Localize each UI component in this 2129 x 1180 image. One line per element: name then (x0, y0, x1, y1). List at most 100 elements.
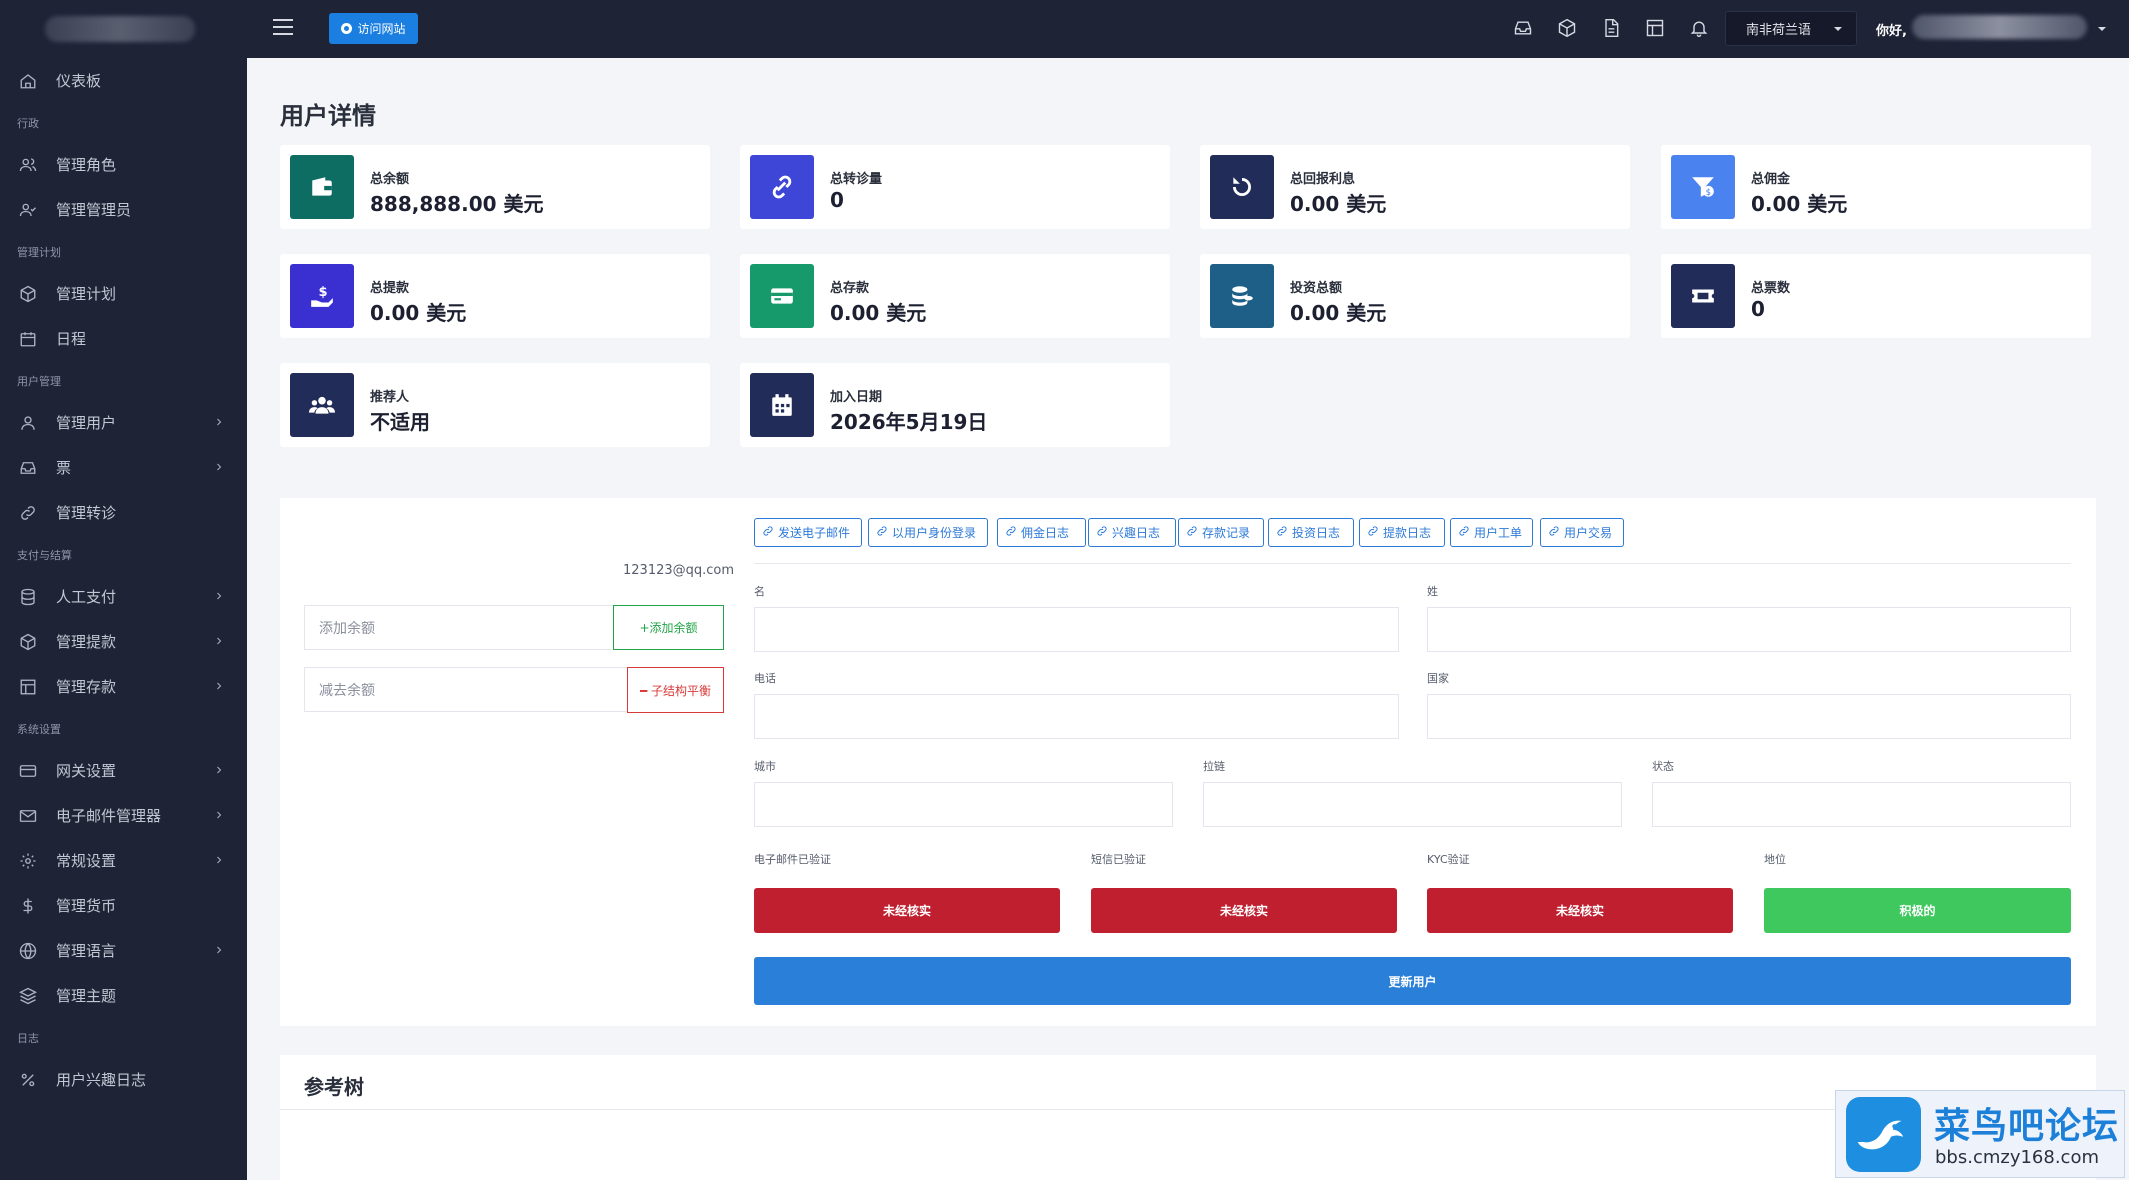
language-select[interactable]: 南非荷兰语 (1725, 11, 1857, 46)
caret-down-icon[interactable] (2098, 27, 2106, 31)
sidebar-item[interactable]: 管理提款 (0, 619, 247, 664)
action-label: 佣金日志 (1021, 526, 1070, 540)
sidebar-item[interactable]: 管理语言 (0, 928, 247, 973)
user-name[interactable] (1912, 15, 2087, 39)
chevron-right-icon (213, 762, 227, 776)
action-button[interactable]: 发送电子邮件 (754, 518, 862, 547)
hand-dollar-icon: $ (290, 264, 354, 328)
inbox-icon[interactable] (1513, 18, 1535, 40)
add-balance-input[interactable]: 添加余额 (304, 605, 614, 650)
sidebar-item[interactable]: 电子邮件管理器 (0, 793, 247, 838)
stat-value: 0.00 美元 (1290, 192, 1387, 216)
sidebar-item[interactable]: 管理转诊 (0, 490, 247, 535)
stat-card: 投资总额 0.00 美元 (1200, 254, 1630, 338)
sidebar-item[interactable]: 管理主题 (0, 973, 247, 1018)
sidebar-item[interactable]: 人工支付 (0, 574, 247, 619)
sidebar-item-label: 管理提款 (56, 633, 117, 651)
sidebar-item[interactable]: 日程 (0, 316, 247, 361)
add-balance-button[interactable]: +添加余额 (613, 605, 724, 650)
sidebar-item-label: 网关设置 (56, 762, 117, 780)
bell-icon[interactable] (1689, 18, 1711, 40)
layout-icon[interactable] (1645, 18, 1667, 40)
wallet-icon (290, 155, 354, 219)
status-toggle[interactable]: 积极的 (1764, 888, 2071, 933)
sidebar-item-label: 票 (56, 459, 72, 477)
sidebar-item-label: 管理用户 (56, 414, 117, 432)
stat-card: $ 总佣金 0.00 美元 (1661, 145, 2091, 229)
logo[interactable] (45, 16, 195, 42)
sidebar-section-label: 支付与结算 (17, 548, 72, 562)
action-button[interactable]: 用户工单 (1450, 518, 1533, 547)
link-icon (876, 525, 888, 540)
sidebar-item[interactable]: 网关设置 (0, 748, 247, 793)
first-name-input[interactable] (754, 607, 1399, 652)
link-icon (1458, 525, 1470, 540)
link-icon (1276, 525, 1288, 540)
action-label: 用户交易 (1564, 526, 1613, 540)
action-button[interactable]: 存款记录 (1178, 518, 1264, 547)
sms-verified-toggle[interactable]: 未经核实 (1091, 888, 1397, 933)
action-button[interactable]: 用户交易 (1540, 518, 1624, 547)
email-verified-label: 电子邮件已验证 (754, 853, 831, 866)
subtract-balance-input[interactable]: 减去余额 (304, 667, 628, 712)
action-button[interactable]: 兴趣日志 (1088, 518, 1176, 547)
action-button[interactable]: 投资日志 (1268, 518, 1354, 547)
sidebar-item[interactable]: 管理角色 (0, 142, 247, 187)
stat-label: 总存款 (830, 281, 870, 296)
user-check-icon (18, 200, 38, 220)
action-button[interactable]: 佣金日志 (997, 518, 1086, 547)
state-input[interactable] (1652, 782, 2071, 827)
subtract-balance-button[interactable]: ━ 子结构平衡 (627, 667, 724, 713)
stat-value: 0 (830, 188, 844, 212)
last-name-input[interactable] (1427, 607, 2071, 652)
stat-card: 总转诊量 0 (740, 145, 1170, 229)
chevron-right-icon (213, 414, 227, 428)
sidebar-item[interactable]: 仪表板 (0, 58, 247, 103)
topbar: 访问网站 南非荷兰语 你好, (247, 0, 2129, 58)
sidebar-section-label: 日志 (17, 1031, 39, 1045)
link-icon (1367, 525, 1379, 540)
stat-label: 加入日期 (830, 390, 883, 405)
file-text-icon[interactable] (1601, 18, 1623, 40)
country-label: 国家 (1427, 672, 1449, 685)
zip-input[interactable] (1203, 782, 1622, 827)
country-input[interactable] (1427, 694, 2071, 739)
greeting: 你好, (1876, 24, 1907, 39)
sidebar-item[interactable]: 管理管理员 (0, 187, 247, 232)
sidebar-item[interactable]: 常规设置 (0, 838, 247, 883)
watermark: 菜鸟吧论坛 bbs.cmzy168.com (1835, 1090, 2125, 1178)
page-title: 用户详情 (280, 102, 376, 130)
sidebar-item[interactable]: 管理存款 (0, 664, 247, 709)
action-label: 用户工单 (1474, 526, 1523, 540)
sidebar-item[interactable]: 管理计划 (0, 271, 247, 316)
inbox-icon (18, 458, 38, 478)
email-verified-toggle[interactable]: 未经核实 (754, 888, 1060, 933)
stat-value: 888,888.00 美元 (370, 192, 544, 216)
menu-toggle-icon[interactable] (273, 19, 293, 39)
action-label: 发送电子邮件 (778, 526, 851, 540)
action-button[interactable]: 以用户身份登录 (868, 518, 988, 547)
users-group-icon (290, 373, 354, 437)
action-label: 以用户身份登录 (892, 526, 977, 540)
sidebar-item[interactable]: 票 (0, 445, 247, 490)
kyc-verified-toggle[interactable]: 未经核实 (1427, 888, 1733, 933)
visit-site-button[interactable]: 访问网站 (329, 13, 418, 44)
sidebar: 仪表板 行政 管理角色 管理管理员 管理计划 管理计划 日程 用户管理 管理用户票管理转诊 支付与… (0, 0, 247, 1180)
sidebar-item-label: 管理语言 (56, 942, 117, 960)
action-label: 存款记录 (1202, 526, 1251, 540)
chevron-right-icon (213, 678, 227, 692)
sidebar-item[interactable]: 管理用户 (0, 400, 247, 445)
stat-label: 总转诊量 (830, 172, 883, 187)
sidebar-item[interactable]: 管理货币 (0, 883, 247, 928)
package-icon (18, 632, 38, 652)
package-icon[interactable] (1557, 18, 1579, 40)
calendar-icon (18, 329, 38, 349)
action-button[interactable]: 提款日志 (1359, 518, 1445, 547)
sidebar-item[interactable]: 用户兴趣日志 (0, 1057, 247, 1102)
add-balance-placeholder: 添加余额 (319, 620, 375, 637)
stat-card: 加入日期 2026年5月19日 (740, 363, 1170, 447)
update-user-button[interactable]: 更新用户 (754, 957, 2071, 1005)
city-input[interactable] (754, 782, 1173, 827)
phone-input[interactable] (754, 694, 1399, 739)
user-email: 123123@qq.com (623, 563, 735, 578)
